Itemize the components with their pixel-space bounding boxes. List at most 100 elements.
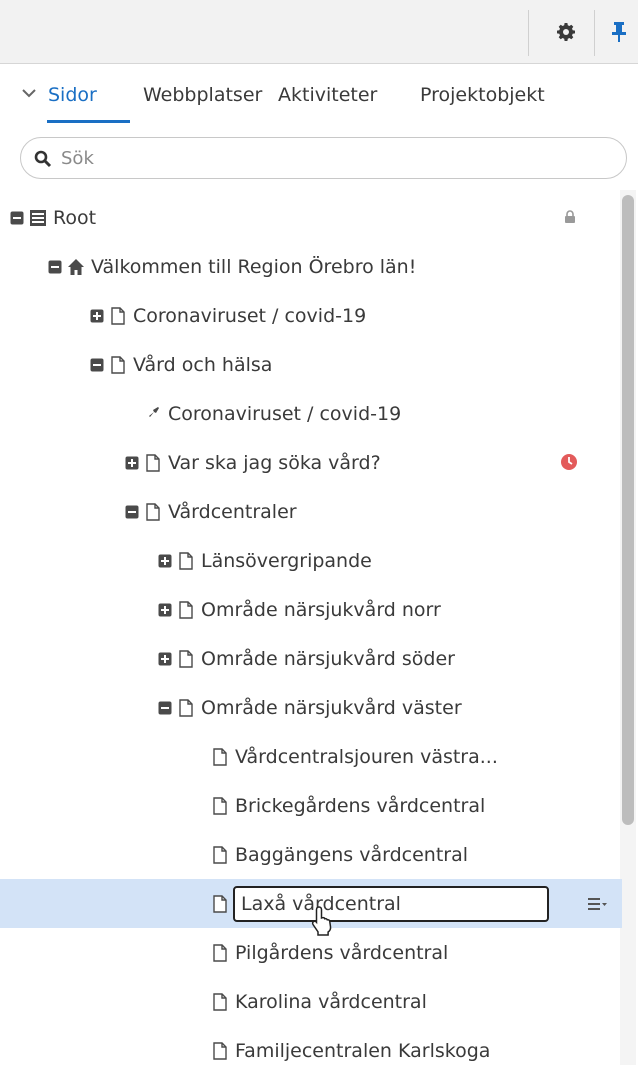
tree-node: Baggängens vårdcentral [211, 830, 468, 879]
page-tree: Root Välkommen till Region Örebro län! Cor… [0, 190, 638, 1065]
tree-row[interactable]: Område närsjukvård söder [0, 634, 622, 683]
page-icon [213, 943, 227, 962]
toolbar-divider [528, 10, 529, 56]
tree-node: Pilgårdens vårdcentral [211, 928, 448, 977]
expand-icon[interactable] [158, 603, 172, 617]
page-icon [179, 649, 193, 668]
tree-node: Område närsjukvård söder [158, 634, 455, 683]
page-icon [179, 551, 193, 570]
expand-icon[interactable] [158, 652, 172, 666]
tree-row[interactable]: Brickegårdens vårdcentral [0, 781, 622, 830]
tree-row[interactable]: Baggängens vårdcentral [0, 830, 622, 879]
tree-node-label: Pilgårdens vårdcentral [235, 941, 449, 964]
tree-node-label: Länsövergripande [201, 549, 372, 572]
page-icon [146, 502, 160, 521]
collapse-icon[interactable] [90, 358, 104, 372]
tree-node-label: Område närsjukvård norr [201, 598, 441, 621]
tree-node-label: Coronaviruset / covid-19 [133, 304, 367, 327]
lock-icon [565, 210, 575, 223]
tree-node: Brickegårdens vårdcentral [211, 781, 485, 830]
tab-webbplatser[interactable]: Webbplatser [143, 80, 262, 110]
tree-node-label: Område närsjukvård väster [201, 696, 462, 719]
tab-sidor[interactable]: Sidor [48, 80, 97, 110]
search-icon [34, 150, 52, 168]
tree-node-label: Var ska jag söka vård? [168, 451, 381, 474]
tree-node: Område närsjukvård väster [158, 683, 462, 732]
tree-row[interactable]: Pilgårdens vårdcentral [0, 928, 622, 977]
pin-button[interactable] [601, 14, 637, 50]
tree-node: Root [10, 193, 96, 242]
tree-node-label: Vårdcentralsjouren västra... [235, 745, 498, 768]
tree-node: Länsövergripande [158, 536, 372, 585]
chevron-down-icon[interactable] [20, 84, 38, 102]
tab-aktiviteter[interactable]: Aktiviteter [278, 80, 377, 110]
tree-node: Var ska jag söka vård? [125, 438, 381, 487]
tree-row[interactable]: Coronaviruset / covid-19 [0, 291, 622, 340]
tree-row[interactable]: Vård och hälsa [0, 340, 622, 389]
tree-row[interactable]: Välkommen till Region Örebro län! [0, 242, 622, 291]
rename-input[interactable]: Laxå vårdcentral [233, 885, 549, 922]
root-list-icon [30, 209, 46, 226]
tree-node-label: Brickegårdens vårdcentral [235, 794, 486, 817]
page-icon [213, 747, 227, 766]
tree-row[interactable]: Vårdcentralsjouren västra... [0, 732, 622, 781]
tree-node-label: Välkommen till Region Örebro län! [91, 255, 417, 278]
active-tab-indicator [47, 120, 130, 123]
home-icon [68, 258, 84, 275]
tree-node: Karolina vårdcentral [211, 977, 427, 1026]
context-menu-icon[interactable] [588, 896, 608, 912]
tree-row[interactable]: Familjecentralen Karlskoga [0, 1026, 622, 1075]
search-input[interactable]: Sök [20, 137, 627, 179]
clock-alert-icon[interactable] [560, 453, 578, 471]
tree-row[interactable]: Område närsjukvård väster [0, 683, 622, 732]
tree-row[interactable]: Laxå vårdcentral [0, 879, 622, 936]
search-placeholder: Sök [61, 148, 94, 169]
tree-node: Familjecentralen Karlskoga [211, 1026, 490, 1075]
tree-row[interactable]: Område närsjukvård norr [0, 585, 622, 634]
tree-node: Vårdcentralsjouren västra... [211, 732, 498, 781]
page-icon [179, 698, 193, 717]
tree-row[interactable]: Karolina vårdcentral [0, 977, 622, 1026]
tree-node: Laxå vårdcentral [211, 879, 549, 928]
top-toolbar [0, 0, 638, 64]
settings-button[interactable] [548, 14, 584, 50]
tree-node-label: Vård och hälsa [133, 353, 273, 376]
collapse-icon[interactable] [125, 505, 139, 519]
page-icon [213, 796, 227, 815]
tree-node: Vårdcentraler [125, 487, 297, 536]
expand-icon[interactable] [90, 309, 104, 323]
pin-icon [612, 22, 626, 42]
page-icon [111, 306, 125, 325]
tree-row[interactable]: Coronaviruset / covid-19 [0, 389, 622, 438]
page-icon [213, 845, 227, 864]
tree-node-label: Baggängens vårdcentral [235, 843, 469, 866]
tree-node: Coronaviruset / covid-19 [144, 389, 401, 438]
tab-projektobjekt[interactable]: Projektobjekt [420, 80, 545, 110]
tree-row[interactable]: Länsövergripande [0, 536, 622, 585]
tree-node-label: Område närsjukvård söder [201, 647, 455, 670]
page-icon [213, 992, 227, 1011]
tree-node-label: Vårdcentraler [168, 500, 297, 523]
expand-icon[interactable] [125, 456, 139, 470]
page-icon [179, 600, 193, 619]
tree-node-label: Karolina vårdcentral [235, 990, 427, 1013]
page-icon [111, 355, 125, 374]
expand-icon[interactable] [158, 554, 172, 568]
tree-node: Välkommen till Region Örebro län! [48, 242, 416, 291]
page-icon [213, 1041, 227, 1060]
tree-node: Område närsjukvård norr [158, 585, 441, 634]
tree-node-label: Coronaviruset / covid-19 [168, 402, 402, 425]
tree-row[interactable]: Vårdcentraler [0, 487, 622, 536]
gear-icon [557, 23, 575, 41]
tree-row[interactable]: Var ska jag söka vård? [0, 438, 622, 487]
tree-node-label: Root [53, 206, 97, 229]
shortcut-pin-icon [149, 406, 159, 417]
tree-row[interactable]: Root [0, 193, 622, 242]
toolbar-divider [594, 10, 595, 56]
collapse-icon[interactable] [10, 211, 24, 225]
page-icon [213, 894, 227, 913]
collapse-icon[interactable] [158, 701, 172, 715]
page-icon [146, 453, 160, 472]
tree-node: Coronaviruset / covid-19 [90, 291, 366, 340]
collapse-icon[interactable] [48, 260, 62, 274]
